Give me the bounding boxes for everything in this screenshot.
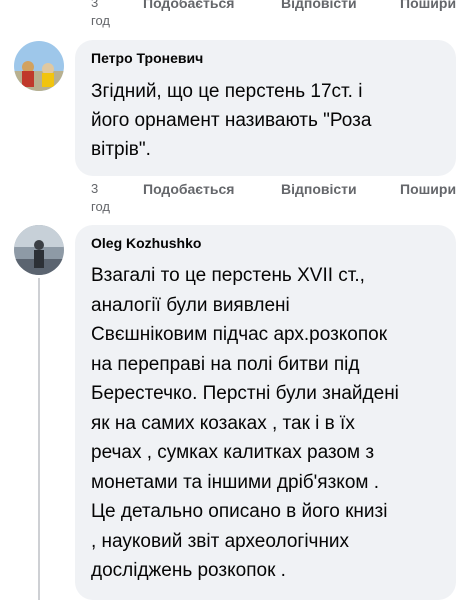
avatar-photo-icon [14,41,64,91]
comment-bubble-oleg: Oleg Kozhushko Взагалі то це перстень XV… [75,225,456,600]
reply-link[interactable]: Відповісти [281,180,357,198]
comment-text-line: Взагалі то це перстень XVII ст., [91,265,365,286]
reply-thread-line [38,278,40,600]
comment-text-line: речах , сумках калитках разом з [91,442,375,463]
comment-text-line: аналогії були виявлені [91,294,290,316]
share-link[interactable]: Поширити [400,180,456,198]
comment-text-line: на переправі на полі битви під [91,353,360,375]
avatar-petro[interactable] [14,41,64,91]
comment-text-line: Це детально описано в його книзі [91,501,388,522]
comment-text-line: монетами та іншими дріб'язком . [91,471,380,493]
avatar-photo-icon [14,225,64,275]
previous-comment-actions: 3 год Подобається Відповісти Поширити [91,0,456,28]
comment-text: Взагалі то це перстень XVII ст., аналогі… [91,261,399,586]
comment-text-line: Свєшніковим підчас арх.розкопок [91,324,388,345]
comment-text-line: як на самих козаках , так і в їх [91,412,355,434]
share-link[interactable]: Поширити [400,0,456,12]
comment-bubble-petro: Петро Троневич Згідний, що це перстень 1… [75,40,456,176]
comment-text-line: його орнамент називають "Роза [91,110,372,131]
comment-text-line: досліджень розкопок . [91,560,286,581]
comment-text-line: Згідний, що це перстень 17ст. і [91,81,363,102]
like-link[interactable]: Подобається [143,0,234,12]
reply-link[interactable]: Відповісти [281,0,357,12]
comment-text: Згідний, що це перстень 17ст. і його орн… [91,77,371,164]
comment-timestamp[interactable]: 3 год [91,180,121,216]
comment-author[interactable]: Oleg Kozhushko [91,235,201,251]
comment-text-line: вітрів". [91,139,151,160]
comment-text-line: , науковий звіт археологічних [91,530,350,552]
comment-text-line: Берестечко. Перстні були знайдені [91,383,399,404]
comment-actions-petro: 3 год Подобається Відповісти Поширити [91,180,456,216]
comment-author[interactable]: Петро Троневич [91,50,203,66]
like-link[interactable]: Подобається [143,180,234,198]
avatar-oleg[interactable] [14,225,64,275]
comment-timestamp[interactable]: 3 год [91,0,121,28]
